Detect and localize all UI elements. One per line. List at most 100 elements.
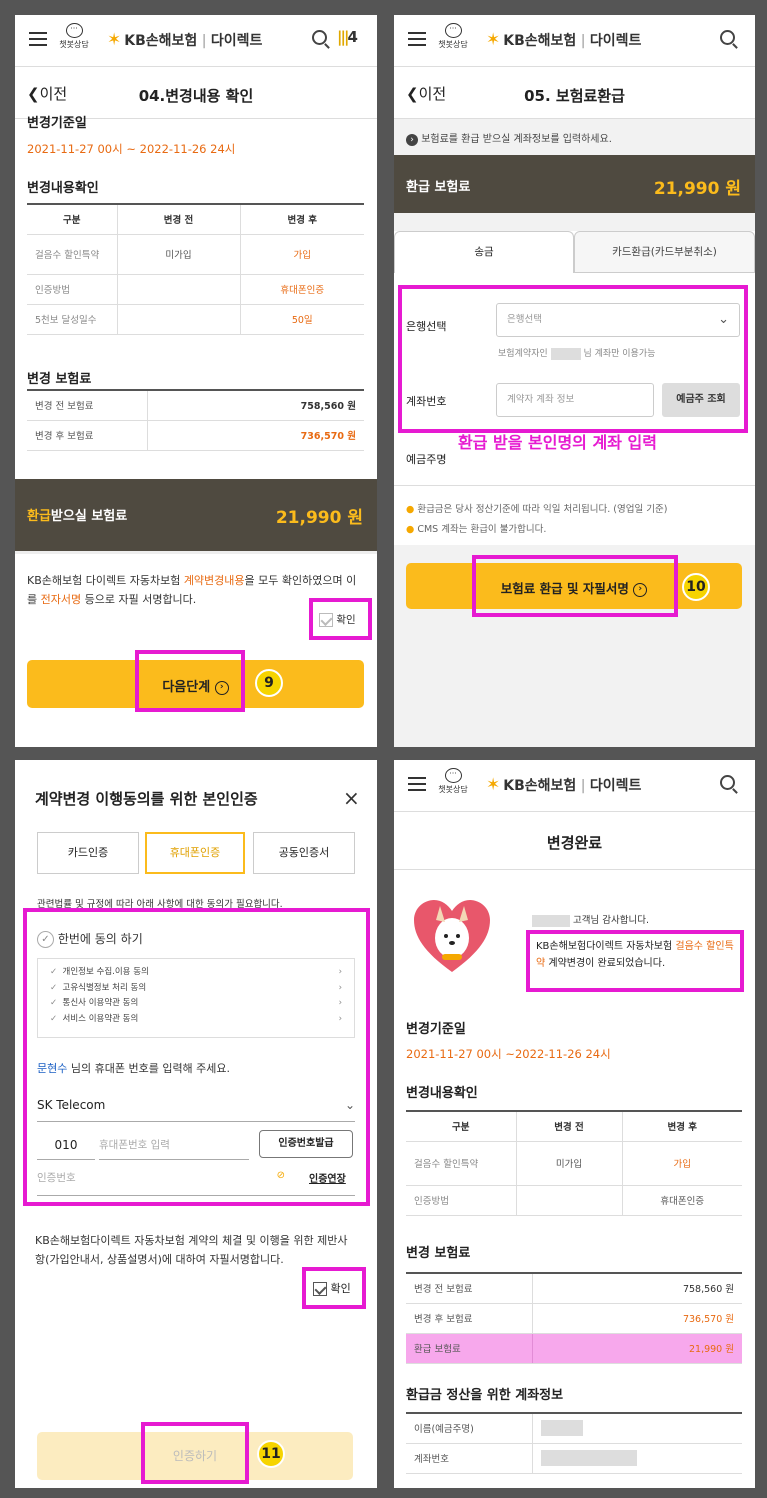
- refund-band: 환급 보험료 21,990 원: [394, 155, 755, 213]
- col-header-before: 변경 전: [516, 1110, 623, 1142]
- premium-row-label: 변경 전 보험료: [27, 389, 148, 421]
- highlight-box: [398, 285, 748, 433]
- row-after: 휴대폰인증: [622, 1185, 742, 1216]
- brand-logo[interactable]: ✶ KB손해보험 | 다이렉트: [107, 30, 262, 50]
- sign-text: KB손해보험다이렉트 자동차보험 계약의 체결 및 이행을 위한 제반사항(가입…: [35, 1234, 348, 1266]
- table-row: 인증방법 휴대폰인증: [406, 1185, 742, 1216]
- step-number-badge: 11: [257, 1440, 285, 1468]
- col-header-category: 구분: [406, 1110, 517, 1142]
- highlight-box: [526, 930, 744, 992]
- table-row: 5천보 달성일수 50일: [27, 304, 364, 335]
- base-date-label: 변경기준일: [27, 116, 87, 131]
- panel-change-complete: ··· 챗봇상담 ✶ KB손해보험 | 다이렉트 변경완료 고객님 감사합니다. …: [394, 760, 755, 1488]
- account-row-label: 이름(예금주명): [406, 1412, 533, 1444]
- premium-label: 변경 보험료: [406, 1246, 471, 1261]
- step-number-badge: 9: [255, 669, 283, 697]
- confirm-checkbox[interactable]: 확인: [319, 612, 356, 627]
- tab-remittance[interactable]: 송금: [394, 231, 574, 273]
- row-label: 인증방법: [406, 1185, 517, 1216]
- table-row: 변경 후 보험료 736,570 원: [27, 420, 364, 451]
- table-row: 걸음수 할인특약 미가입 가입: [406, 1141, 742, 1186]
- hamburger-menu-icon[interactable]: [408, 32, 426, 46]
- premium-row-value: 758,560 원: [147, 389, 364, 421]
- spacer: [394, 213, 755, 231]
- divider: [15, 551, 377, 554]
- base-date-value: 2021-11-27 00시 ~2022-11-26 24시: [406, 1047, 611, 1061]
- premium-label: 변경 보험료: [27, 372, 92, 387]
- app-header: ··· 챗봇상담 ✶ KB손해보험 | 다이렉트: [394, 15, 755, 67]
- row-before: [516, 1185, 623, 1216]
- page-badge-number: 4: [347, 28, 358, 46]
- refund-value: 21,990 원: [275, 508, 363, 528]
- arrow-right-circle-icon: ›: [406, 134, 418, 146]
- premium-row-label: 환급 보험료: [406, 1333, 533, 1364]
- panel-identity-auth: 계약변경 이행동의를 위한 본인인증 × 카드인증 휴대폰인증 공동인증서 관련…: [15, 760, 377, 1488]
- col-header-after: 변경 후: [622, 1110, 742, 1142]
- row-label: 걸음수 할인특약: [406, 1141, 517, 1186]
- close-icon[interactable]: ×: [343, 786, 360, 810]
- refund-label: 환급받으실 보험료: [27, 509, 128, 524]
- row-label: 5천보 달성일수: [27, 304, 118, 335]
- premium-table: 변경 전 보험료 758,560 원 변경 후 보험료 736,570 원 환급…: [406, 1272, 742, 1364]
- account-info-label: 환급금 정산을 위한 계좌정보: [406, 1388, 564, 1403]
- checkbox-label: 확인: [336, 614, 356, 626]
- chat-bubble-icon: ···: [444, 23, 462, 38]
- change-content-label: 변경내용확인: [406, 1086, 478, 1101]
- table-row: 변경 후 보험료 736,570 원: [406, 1303, 742, 1334]
- annotation-label: 환급 받을 본인명의 계좌 입력: [458, 433, 657, 452]
- brand-logo[interactable]: ✶ KB손해보험 | 다이렉트: [486, 775, 641, 795]
- brand-logo[interactable]: ✶ KB손해보험 | 다이렉트: [486, 30, 641, 50]
- account-table: 이름(예금주명) 계좌번호: [406, 1412, 742, 1474]
- chat-bubble-icon: ···: [444, 768, 462, 783]
- hamburger-menu-icon[interactable]: [29, 32, 47, 46]
- chatbot-button[interactable]: ··· 챗봇상담: [438, 23, 468, 50]
- highlight-box: [302, 1267, 366, 1309]
- table-row: 변경 전 보험료 758,560 원: [27, 389, 364, 421]
- mascot-heart-icon: [412, 898, 492, 976]
- premium-row-label: 변경 후 보험료: [27, 420, 148, 451]
- chat-bubble-icon: ···: [65, 23, 83, 38]
- warning-icon: ●: [406, 524, 415, 535]
- note-1: ● 환급금은 당사 정산기준에 따라 익일 처리됩니다. (영업일 기준): [406, 504, 668, 515]
- premium-row-value: 736,570 원: [532, 1303, 742, 1334]
- page-badge: |||4: [337, 28, 358, 46]
- table-row: 걸음수 할인특약 미가입 가입: [27, 234, 364, 275]
- row-after: 가입: [240, 234, 364, 275]
- page-title: 변경완료: [546, 834, 603, 852]
- search-icon[interactable]: [720, 30, 735, 45]
- panel-refund: ··· 챗봇상담 ✶ KB손해보험 | 다이렉트 ❮이전 05. 보험료환급 › …: [394, 15, 755, 747]
- table-row: 변경 전 보험료 758,560 원: [406, 1272, 742, 1304]
- panel-change-confirm: ··· 챗봇상담 ✶ KB손해보험 | 다이렉트 |||4 ❮이전 04.변경내용…: [15, 15, 377, 747]
- chatbot-button[interactable]: ··· 챗봇상담: [59, 23, 89, 50]
- depositor-label: 예금주명: [406, 453, 447, 466]
- table-row: 환급 보험료 21,990 원: [406, 1333, 742, 1364]
- premium-row-value: 758,560 원: [532, 1272, 742, 1304]
- hamburger-menu-icon[interactable]: [408, 777, 426, 791]
- tab-cert-auth[interactable]: 공동인증서: [253, 832, 355, 874]
- row-after: 50일: [240, 304, 364, 335]
- title-bar: ❮이전 05. 보험료환급: [394, 67, 755, 119]
- row-after: 휴대폰인증: [240, 274, 364, 305]
- change-content-label: 변경내용확인: [27, 181, 99, 196]
- col-header-after: 변경 후: [240, 203, 364, 235]
- premium-table: 변경 전 보험료 758,560 원 변경 후 보험료 736,570 원: [27, 389, 364, 451]
- row-after: 가입: [622, 1141, 742, 1186]
- chatbot-button[interactable]: ··· 챗봇상담: [438, 768, 468, 795]
- page-title: 04.변경내용 확인: [138, 87, 254, 105]
- tab-phone-auth[interactable]: 휴대폰인증: [145, 832, 245, 874]
- tab-card-refund[interactable]: 카드환급(카드부분취소): [574, 231, 755, 273]
- base-date-label: 변경기준일: [406, 1022, 466, 1037]
- highlight-box: [141, 1422, 249, 1484]
- checkbox-icon: [319, 613, 333, 627]
- account-row-value: [532, 1412, 742, 1444]
- col-header-before: 변경 전: [117, 203, 241, 235]
- row-before: [117, 274, 241, 305]
- change-table: 구분 변경 전 변경 후 걸음수 할인특약 미가입 가입 인증방법 휴대폰인증: [406, 1110, 742, 1216]
- highlight-box: [472, 555, 678, 617]
- base-date-value: 2021-11-27 00시 ~ 2022-11-26 24시: [27, 142, 236, 156]
- tab-card-auth[interactable]: 카드인증: [37, 832, 139, 874]
- premium-row-label: 변경 후 보험료: [406, 1303, 533, 1334]
- account-row-value: [532, 1443, 742, 1474]
- search-icon[interactable]: [312, 30, 327, 45]
- search-icon[interactable]: [720, 775, 735, 790]
